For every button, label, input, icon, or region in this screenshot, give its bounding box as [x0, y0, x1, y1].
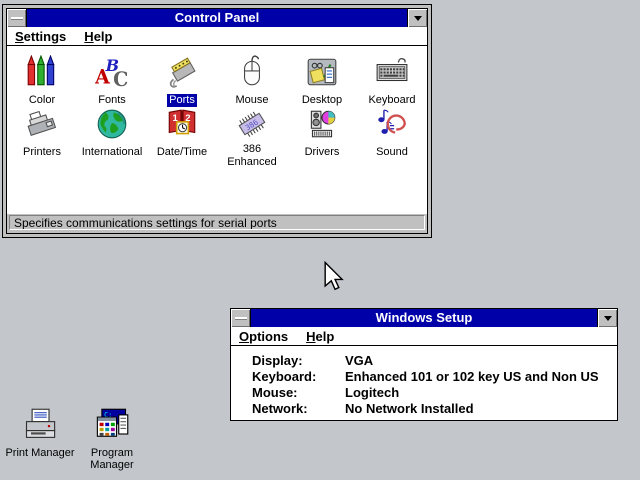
international-icon: [77, 106, 147, 142]
applet-keyboard[interactable]: Keyboard: [357, 54, 427, 106]
setup-row-keyboard: Keyboard: Enhanced 101 or 102 key US and …: [231, 369, 617, 385]
keyboard-icon: [357, 54, 427, 90]
desktop-icon-program-manager[interactable]: C: Program Manager: [76, 406, 148, 471]
windows-setup-menubar: Options Help: [231, 327, 617, 346]
setting-label: Network:: [252, 401, 308, 416]
minus-bar-icon: [234, 316, 247, 320]
setup-row-network: Network: No Network Installed: [231, 401, 617, 417]
setting-label: Display:: [252, 353, 303, 368]
applet-ports[interactable]: Ports: [147, 54, 217, 107]
applet-color[interactable]: Color: [7, 54, 77, 106]
setup-row-display: Display: VGA: [231, 353, 617, 369]
setting-value: Enhanced 101 or 102 key US and Non US: [345, 369, 599, 384]
control-panel-client-area: Color A B C Fonts Ports Mouse Desktop Ke…: [7, 46, 427, 214]
menu-options[interactable]: Options: [239, 329, 288, 344]
print-manager-icon: [0, 406, 80, 444]
applet-datetime[interactable]: 1 2 Date/Time: [147, 106, 217, 158]
setting-value: No Network Installed: [345, 401, 474, 416]
minus-bar-icon: [10, 16, 23, 20]
menu-help[interactable]: Help: [306, 329, 334, 344]
applet-386-enhanced[interactable]: 386 386 Enhanced: [217, 106, 287, 168]
mouse-cursor-arrow-icon: [324, 260, 344, 296]
drivers-icon: [287, 106, 357, 142]
window-title: Control Panel: [27, 9, 407, 27]
sound-icon: [357, 106, 427, 142]
applet-label: Date/Time: [156, 146, 208, 158]
control-menu-button[interactable]: [7, 9, 27, 27]
applet-desktop[interactable]: Desktop: [287, 54, 357, 106]
color-icon: [7, 54, 77, 90]
setting-value: VGA: [345, 353, 374, 368]
desktop-icon-label: Program Manager: [90, 447, 134, 471]
applet-fonts[interactable]: A B C Fonts: [77, 54, 147, 106]
applet-drivers[interactable]: Drivers: [287, 106, 357, 158]
down-arrow-icon: [413, 15, 422, 21]
setting-label: Keyboard:: [252, 369, 317, 384]
minimize-button[interactable]: [597, 309, 617, 327]
control-menu-button[interactable]: [231, 309, 251, 327]
svg-text:C: C: [113, 68, 128, 89]
applet-printers[interactable]: Printers: [7, 106, 77, 158]
applet-international[interactable]: International: [77, 106, 147, 158]
setting-value: Logitech: [345, 385, 400, 400]
status-bar: Specifies communications settings for se…: [7, 214, 427, 233]
control-panel-window: Control Panel Settings Help Color A B C …: [2, 4, 432, 238]
printers-icon: [7, 106, 77, 142]
applet-label: 386 Enhanced: [227, 143, 277, 168]
mouse-icon: [217, 54, 287, 90]
menu-settings[interactable]: Settings: [15, 29, 66, 44]
down-arrow-icon: [603, 315, 612, 321]
windows-setup-window: Windows Setup Options Help Display: VGA K…: [230, 308, 618, 421]
ports-icon: [147, 54, 217, 90]
window-title: Windows Setup: [251, 309, 597, 327]
applet-sound[interactable]: Sound: [357, 106, 427, 158]
minimize-button[interactable]: [407, 9, 427, 27]
applet-label: Printers: [23, 146, 61, 158]
setup-row-mouse: Mouse: Logitech: [231, 385, 617, 401]
applet-mouse[interactable]: Mouse: [217, 54, 287, 106]
applet-label: International: [81, 146, 143, 158]
setting-label: Mouse:: [252, 385, 298, 400]
desktop-icon-label: Print Manager: [5, 447, 75, 459]
fonts-icon: A B C: [77, 54, 147, 90]
applet-label: Drivers: [304, 146, 340, 158]
applet-label: Sound: [376, 146, 408, 158]
windows-setup-titlebar[interactable]: Windows Setup: [231, 309, 617, 327]
status-text: Specifies communications settings for se…: [9, 215, 425, 230]
chip-386-icon: 386: [217, 106, 287, 142]
menu-help[interactable]: Help: [84, 29, 112, 44]
control-panel-menubar: Settings Help: [7, 27, 427, 46]
program-manager-icon: C:: [76, 406, 148, 444]
control-panel-titlebar[interactable]: Control Panel: [7, 9, 427, 27]
desktop-icon-print-manager[interactable]: Print Manager: [0, 406, 80, 459]
desktop-icon: [287, 54, 357, 90]
setup-settings-list: Display: VGA Keyboard: Enhanced 101 or 102…: [231, 346, 617, 420]
datetime-icon: 1 2: [147, 106, 217, 142]
